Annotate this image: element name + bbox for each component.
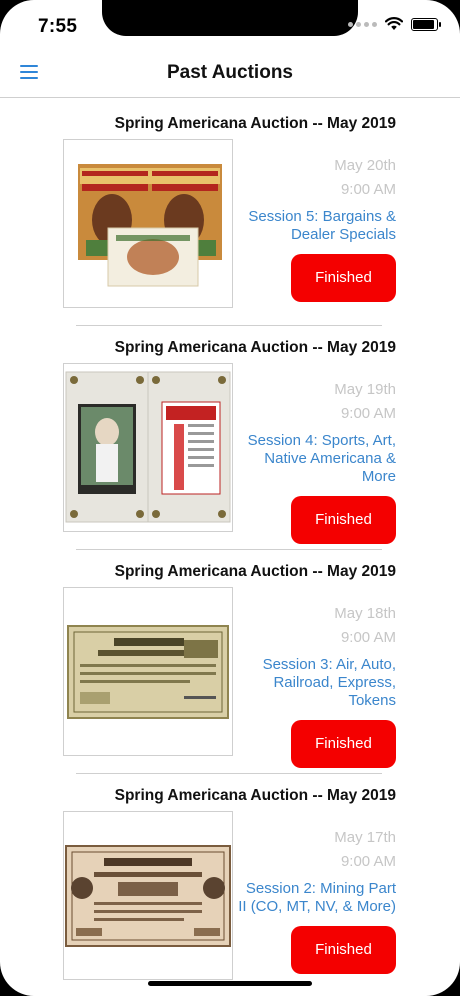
- session-time: 9:00 AM: [340, 853, 396, 870]
- finished-button[interactable]: Finished: [291, 254, 396, 302]
- auction-title: Spring Americana Auction -- May 2019: [114, 563, 396, 580]
- session-name-link[interactable]: Session 3: Air, Auto, Railroad, Express,…: [236, 656, 396, 710]
- session-info: May 17th 9:00 AM Session 2: Mining Part …: [236, 826, 396, 974]
- session-info: May 20th 9:00 AM Session 5: Bargains & D…: [236, 154, 396, 302]
- mining-certificate-lot-image[interactable]: [63, 811, 233, 980]
- session-date: May 20th: [334, 157, 396, 174]
- finished-button[interactable]: Finished: [291, 720, 396, 768]
- session-name-link[interactable]: Session 2: Mining Part II (CO, MT, NV, &…: [236, 880, 396, 916]
- session-info: May 19th 9:00 AM Session 4: Sports, Art,…: [236, 378, 396, 544]
- baseball-card-lot-image[interactable]: [63, 363, 233, 532]
- navigation-bar: Past Auctions: [0, 48, 460, 98]
- auction-card[interactable]: Spring Americana Auction -- May 2019 May…: [0, 547, 460, 771]
- railroad-certificate-lot-image[interactable]: [63, 587, 233, 756]
- cellular-signal-icon: [348, 21, 377, 27]
- page-title: Past Auctions: [167, 62, 293, 83]
- battery-icon: [411, 17, 441, 31]
- home-indicator[interactable]: [148, 981, 312, 986]
- auction-title: Spring Americana Auction -- May 2019: [114, 115, 396, 132]
- session-time: 9:00 AM: [340, 181, 396, 198]
- session-date: May 17th: [334, 829, 396, 846]
- session-time: 9:00 AM: [340, 629, 396, 646]
- auction-title: Spring Americana Auction -- May 2019: [114, 339, 396, 356]
- device-notch: [102, 0, 358, 36]
- status-time: 7:55: [38, 16, 78, 37]
- auction-title: Spring Americana Auction -- May 2019: [114, 787, 396, 804]
- auction-card[interactable]: Spring Americana Auction -- May 2019 May…: [0, 99, 460, 323]
- phone-screen: 7:55 Past Auctions Spring Americana Auct…: [0, 0, 460, 996]
- session-name-link[interactable]: Session 4: Sports, Art, Native Americana…: [236, 432, 396, 486]
- status-icons: [348, 17, 441, 31]
- auction-card[interactable]: Spring Americana Auction -- May 2019 May…: [0, 771, 460, 995]
- session-time: 9:00 AM: [340, 405, 396, 422]
- battery-level: [413, 19, 434, 29]
- auction-card[interactable]: Spring Americana Auction -- May 2019 May…: [0, 323, 460, 547]
- finished-button[interactable]: Finished: [291, 926, 396, 974]
- session-date: May 18th: [334, 605, 396, 622]
- session-name-link[interactable]: Session 5: Bargains & Dealer Specials: [236, 208, 396, 244]
- session-info: May 18th 9:00 AM Session 3: Air, Auto, R…: [236, 602, 396, 768]
- tobacco-label-lot-image[interactable]: [63, 139, 233, 308]
- wifi-icon: [385, 17, 403, 30]
- finished-button[interactable]: Finished: [291, 496, 396, 544]
- session-date: May 19th: [334, 381, 396, 398]
